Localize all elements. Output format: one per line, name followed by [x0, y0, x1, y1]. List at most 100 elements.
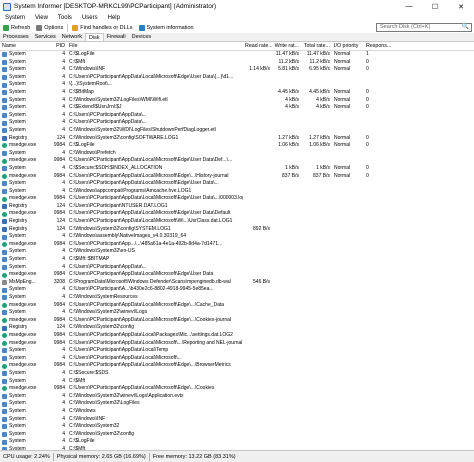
process-name-cell: Registry [0, 203, 50, 211]
tab-services[interactable]: Services [32, 33, 59, 41]
table-row[interactable]: msedge.exe 9984 C:\Users\PCParticipant\App… [0, 340, 474, 348]
table-row[interactable]: System 4 C:\$Extend\$UsnJrnl:$J 4 kB/s 4 kB/… [0, 104, 474, 112]
table-row[interactable]: System 4 C:\$LogFile [0, 438, 474, 446]
table-row[interactable]: System 4 C:\Windows\appcompat\Programs\Amc… [0, 188, 474, 196]
table-row[interactable]: Registry 124 C:\Users\PCParticipant\NTUSER… [0, 203, 474, 211]
search-input[interactable]: Search Disk (Ctrl+K) 🔍 [376, 23, 472, 32]
column-header-file[interactable]: File [67, 42, 243, 51]
table-row[interactable]: System 4 C:\Users\PCParticipant\AppData\Lo… [0, 355, 474, 363]
io-priority-cell: Normal [334, 88, 351, 95]
table-row[interactable]: System 4 C:\Windows\SystemResources [0, 294, 474, 302]
disk-table: Name PID File Read rate... Write rat... … [0, 42, 474, 450]
menu-tools[interactable]: Tools [53, 15, 77, 21]
table-row[interactable]: System 4 C:\Windows [0, 408, 474, 416]
table-row[interactable]: System 4 C:\Windows\System32\LogFiles [0, 400, 474, 408]
table-row[interactable]: msedge.exe 9984 C:\Users\PCParticipant\App… [0, 302, 474, 310]
process-name-cell: Registry [0, 324, 50, 332]
table-row[interactable]: System 4 C:\$BitMap 4.45 kB/s 4.45 kB/s Norma… [0, 89, 474, 97]
table-row[interactable]: System 4 C:\Windows\assembly\NativeImages_… [0, 233, 474, 241]
table-row[interactable]: System 4 C:\$LogFile 11.47 kB/s 11.47 kB/s No… [0, 51, 474, 59]
menu-view[interactable]: View [30, 15, 53, 21]
table-row[interactable]: System 4 C:\Users\PCParticipant\A...\b430e… [0, 286, 474, 294]
io-priority-cell: Normal [334, 66, 351, 73]
table-row[interactable]: msedge.exe 9984 C:\Users\PCParticipant\App… [0, 332, 474, 340]
table-row[interactable]: System 4 C:\Users\PCParticipant\AppData\..… [0, 112, 474, 120]
system-information-button[interactable]: System information [136, 24, 197, 31]
table-row[interactable]: Registry 124 C:\Windows\System32\config [0, 324, 474, 332]
refresh-button[interactable]: Refresh [0, 24, 33, 31]
table-row[interactable]: msedge.exe 9984 C:\$LogFile 1.06 kB/s 1.06 k… [0, 142, 474, 150]
table-row[interactable]: System 4 C:\Users\PCParticipant\AppData\Lo… [0, 180, 474, 188]
table-row[interactable]: System 4 C:\$Secure:$SDH:$INDEX_ALLOCATION… [0, 165, 474, 173]
table-row[interactable]: System 4 C:\Windows\System32\WDI\LogFiles\… [0, 127, 474, 135]
pid-cell: 4 [62, 430, 65, 437]
column-header-pid[interactable]: PID [50, 42, 67, 51]
table-row[interactable]: System 4 C:\Windows\System32\en-US [0, 248, 474, 256]
write-rate-cell: 4 kB/s [285, 96, 299, 103]
tab-network[interactable]: Network [59, 33, 85, 41]
process-name-cell: System [0, 378, 50, 386]
table-row[interactable]: msedge.exe 9984 C:\Users\PCParticipant\App… [0, 241, 474, 249]
table-row[interactable]: msedge.exe 9984 C:\Users\PCParticipant\App… [0, 385, 474, 393]
table-row[interactable]: msedge.exe 9984 C:\Users\PCParticipant\App… [0, 317, 474, 325]
process-name-cell: System [0, 51, 50, 59]
menu-system[interactable]: System [0, 15, 30, 21]
table-row[interactable]: Registry 124 C:\Windows\System32\config\SY… [0, 226, 474, 234]
table-row[interactable]: System 4 C:\Windows\System32\config [0, 431, 474, 439]
system-information-label: System information [146, 24, 194, 31]
table-row[interactable]: System 4 C:\Users\PCParticipant\AppData\..… [0, 119, 474, 127]
tab-firewall[interactable]: Firewall [104, 33, 129, 41]
tab-disk[interactable]: Disk [84, 33, 104, 41]
pid-cell: 124 [56, 225, 65, 232]
column-header-total-rate[interactable]: Total rate... [301, 42, 332, 51]
file-cell: C:\Windows\System32\WDI\LogFiles\Shutdow… [69, 126, 216, 133]
tab-devices[interactable]: Devices [129, 33, 155, 41]
table-row[interactable]: msedge.exe 9984 C:\Users\PCParticipant\App… [0, 210, 474, 218]
table-row[interactable]: System 4 C:\Windows\System32\winevt\Logs [0, 309, 474, 317]
app-icon [3, 2, 11, 11]
table-row[interactable]: System 4 C:\Windows\System32 [0, 423, 474, 431]
table-row[interactable]: msedge.exe 9984 C:\Users\PCParticipant\App… [0, 362, 474, 370]
process-name: msedge.exe [9, 271, 37, 278]
process-name: System [9, 369, 26, 376]
process-name: System [9, 88, 26, 95]
close-button[interactable]: ✕ [448, 0, 474, 13]
options-button[interactable]: Options [33, 24, 66, 31]
table-row[interactable]: System 4 C:\$Mft [0, 378, 474, 386]
find-handles-label: Find handles or DLLs [80, 24, 133, 31]
table-row[interactable]: System 4 C:\Users\PCParticipant\AppData\Lo… [0, 347, 474, 355]
table-row[interactable]: System 4 C:\Users\PCParticipant\AppData\Lo… [0, 74, 474, 82]
column-header-name[interactable]: Name [0, 42, 50, 51]
column-header-response-time[interactable]: Respons... [364, 42, 394, 51]
table-row[interactable]: MsMpEng... 3208 C:\ProgramData\Microsoft\W… [0, 279, 474, 287]
table-row[interactable]: System 4 C:\Windows\Prefetch [0, 150, 474, 158]
table-row[interactable]: msedge.exe 9984 C:\Users\PCParticipant\App… [0, 173, 474, 181]
column-header-read-rate[interactable]: Read rate... [243, 42, 272, 51]
table-row[interactable]: System 4 \{...}\SystemRoot\... [0, 81, 474, 89]
find-handles-button[interactable]: Find handles or DLLs [69, 24, 135, 31]
table-row[interactable]: System 4 C:\Users\PCParticipant\AppData\..… [0, 264, 474, 272]
maximize-button[interactable]: ☐ [422, 0, 448, 13]
table-row[interactable]: Registry 124 C:\Windows\System32\config\SO… [0, 135, 474, 143]
table-row[interactable]: System 4 C:\$Secure:$SDS [0, 370, 474, 378]
table-row[interactable]: Registry 124 C:\Users\PCParticipant\AppDat… [0, 218, 474, 226]
table-row[interactable]: msedge.exe 9984 C:\Users\PCParticipant\App… [0, 157, 474, 165]
table-row[interactable]: System 4 C:\Windows\INF 1.14 kB/s 5.81 kB/s 6… [0, 66, 474, 74]
table-row[interactable]: System 4 C:\Windows\INF [0, 416, 474, 424]
table-row[interactable]: System 4 C:\$Mft 11.2 kB/s 11.2 kB/s Normal 0 [0, 59, 474, 67]
table-row[interactable]: msedge.exe 9984 C:\Users\PCParticipant\App… [0, 195, 474, 203]
table-row[interactable]: msedge.exe 9984 C:\Users\PCParticipant\App… [0, 271, 474, 279]
menu-users[interactable]: Users [77, 15, 103, 21]
file-cell: C:\Windows\System32\en-US [69, 248, 135, 255]
menu-help[interactable]: Help [103, 15, 125, 21]
minimize-button[interactable]: — [396, 0, 422, 13]
column-header-write-rate[interactable]: Write rat... [272, 42, 301, 51]
column-header-io-priority[interactable]: I/O priority [332, 42, 364, 51]
table-row[interactable]: System 4 C:\Windows\System32\LogFiles\WMI\… [0, 97, 474, 105]
table-row[interactable]: System 4 C:\$Mft::$BITMAP [0, 256, 474, 264]
options-label: Options [44, 24, 64, 31]
table-row[interactable]: System 4 C:\Windows\System32\winevt\Logs\A… [0, 393, 474, 401]
tab-processes[interactable]: Processes [0, 33, 32, 41]
status-bar: CPU usage: 2.24% Physical memory: 2.65 G… [0, 450, 474, 462]
system-process-icon [2, 188, 7, 194]
